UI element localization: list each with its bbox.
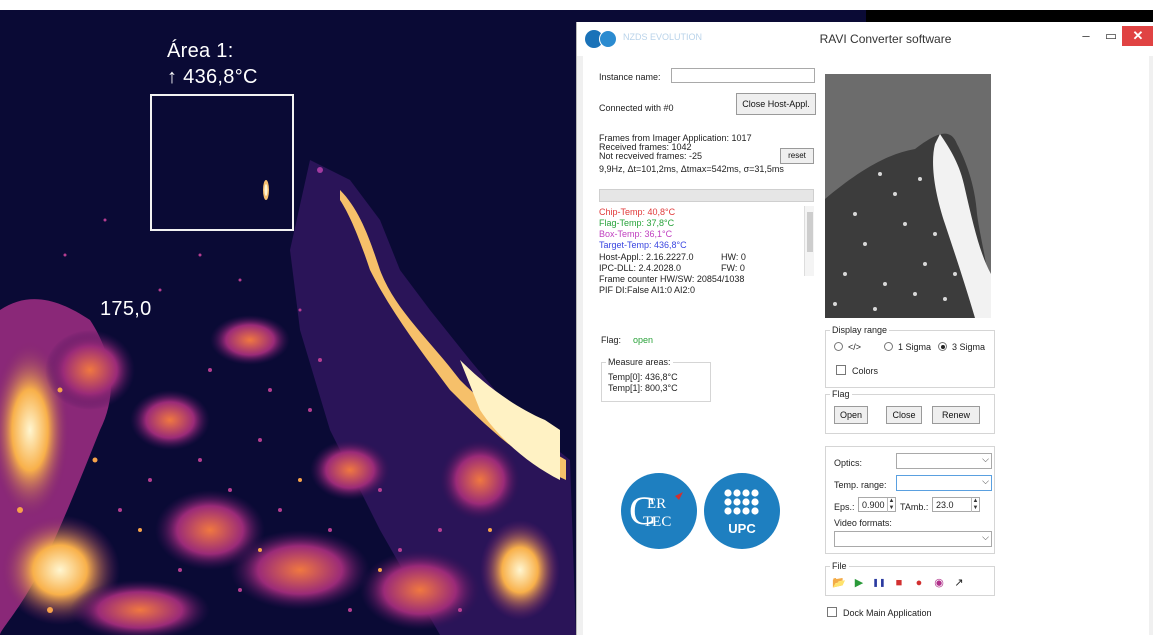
temp-range-select[interactable]: ⌵ (896, 475, 992, 491)
record-icon[interactable]: ● (912, 576, 926, 590)
temp-range-label: Temp. range: (834, 480, 887, 490)
colors-checkbox[interactable] (836, 365, 846, 375)
flag-group: Flag Open Close Renew (825, 389, 995, 434)
upc-text: UPC (728, 521, 756, 536)
range-option-3-sigma-radio[interactable] (938, 342, 947, 351)
ipc-dll-version: IPC-DLL: 2.4.2028.0 (599, 263, 682, 273)
measure-areas-title: Measure areas: (606, 357, 673, 367)
flag-close-button[interactable]: Close (886, 406, 922, 424)
pif-status: PIF DI:False AI1:0 AI2:0 (599, 285, 696, 295)
logos-area: UPC C ER TEC (617, 466, 787, 556)
maximize-button[interactable]: ▭ (1098, 26, 1124, 46)
flag-open-button[interactable]: Open (834, 406, 868, 424)
emissivity-label: Eps.: (834, 502, 855, 512)
area-max-temperature: ↑ 436,8°C (167, 66, 258, 88)
range-option-default-label: </> (848, 342, 862, 352)
ambient-temp-input[interactable]: 23.0 ▲ ▼ (932, 497, 980, 512)
minimize-button[interactable]: – (1073, 26, 1099, 46)
optics-group: Optics: ⌵ Temp. range: ⌵ Eps.: 0.900 ▲ ▼ … (825, 446, 995, 554)
close-button[interactable]: ✕ (1122, 26, 1153, 46)
range-option-1-sigma-label: 1 Sigma (898, 342, 932, 352)
flag-status-label: Flag: (601, 335, 622, 345)
area-label: Área 1: (167, 40, 234, 62)
chevron-down-icon: ⌵ (982, 476, 989, 486)
flag-status-value: open (633, 335, 654, 345)
range-option-default-radio[interactable] (834, 342, 843, 351)
not-received-frames: Not recveived frames: -25 (599, 151, 703, 161)
optics-select[interactable]: ⌵ (896, 453, 992, 469)
file-toolbar: 📂 ▶ ❚❚ ■ ● ◉ ↗ (832, 576, 982, 590)
measure-areas-group: Measure areas: Temp[0]: 436,8°C Temp[1]:… (601, 357, 711, 402)
camera-icon[interactable]: ◉ (932, 576, 946, 590)
thermal-preview-image (825, 74, 991, 318)
range-option-1-sigma-radio[interactable] (884, 342, 893, 351)
hw-value: HW: 0 (721, 252, 746, 262)
ambient-temp-stepper[interactable]: ▲ ▼ (971, 498, 979, 512)
display-range-group: Display range </> 1 Sigma 3 Sigma Colors (825, 325, 995, 388)
flag-renew-button[interactable]: Renew (932, 406, 980, 424)
play-icon[interactable]: ▶ (852, 576, 866, 590)
upc-logo (704, 473, 780, 549)
reset-button[interactable]: reset (780, 148, 814, 164)
file-group: File 📂 ▶ ❚❚ ■ ● ◉ ↗ (825, 561, 995, 596)
instance-name-input[interactable] (671, 68, 815, 83)
range-option-3-sigma-label: 3 Sigma (952, 342, 986, 352)
point-temperature: 175,0 (100, 298, 152, 320)
connected-status: Connected with #0 (599, 103, 674, 113)
institution-logos: UPC C ER TEC (621, 473, 780, 549)
window-client-area: Instance name: Connected with #0 Close H… (583, 56, 1149, 635)
measure-area-temp-0: Temp[0]: 436,8°C (608, 372, 678, 382)
instance-name-label: Instance name: (599, 72, 661, 82)
pause-icon[interactable]: ❚❚ (872, 576, 886, 590)
flag-group-title: Flag (830, 389, 852, 399)
display-range-title: Display range (830, 325, 890, 335)
colors-label: Colors (852, 366, 879, 376)
preview-image-graphic (825, 74, 991, 318)
status-scrollbar[interactable] (804, 206, 814, 276)
optics-label: Optics: (834, 458, 863, 468)
ravi-converter-window[interactable]: NZDS EVOLUTION RAVI Converter software –… (576, 22, 1153, 635)
file-group-title: File (830, 561, 849, 571)
cer-text-line2: TEC (643, 514, 671, 530)
chip-temperature: Chip-Temp: 40,8°C (599, 207, 676, 217)
ambient-temp-label: TAmb.: (900, 502, 929, 512)
video-formats-label: Video formats: (834, 518, 892, 528)
measure-area-temp-1: Temp[1]: 800,3°C (608, 383, 678, 393)
export-icon[interactable]: ↗ (952, 576, 966, 590)
box-temperature: Box-Temp: 36,1°C (599, 229, 673, 239)
window-title: RAVI Converter software (819, 32, 952, 46)
chevron-down-icon: ⌵ (982, 532, 989, 542)
emissivity-input[interactable]: 0.900 ▲ ▼ (858, 497, 896, 512)
emissivity-stepper[interactable]: ▲ ▼ (887, 498, 895, 512)
frame-timing: 9,9Hz, Δt=101,2ms, Δtmax=542ms, σ=31,5ms (599, 164, 784, 174)
video-formats-select[interactable]: ⌵ (834, 531, 992, 547)
fw-value: FW: 0 (721, 263, 745, 273)
frame-counter: Frame counter HW/SW: 20854/1038 (599, 274, 745, 284)
stop-icon[interactable]: ■ (892, 576, 906, 590)
cer-text-line1: ER (647, 496, 666, 512)
title-bar[interactable]: NZDS EVOLUTION RAVI Converter software –… (577, 22, 1153, 56)
chevron-down-icon: ⌵ (982, 454, 989, 464)
dock-main-application-label: Dock Main Application (843, 608, 932, 618)
close-host-application-button[interactable]: Close Host-Appl. (736, 93, 816, 115)
frame-progress-bar (599, 189, 814, 202)
measure-area-box[interactable] (150, 94, 294, 231)
open-folder-icon[interactable]: 📂 (832, 576, 846, 590)
dock-main-application-checkbox[interactable] (827, 607, 837, 617)
target-temperature: Target-Temp: 436,8°C (599, 240, 687, 250)
host-application-version: Host-Appl.: 2.16.2227.0 (599, 252, 694, 262)
flag-temperature: Flag-Temp: 37,8°C (599, 218, 675, 228)
